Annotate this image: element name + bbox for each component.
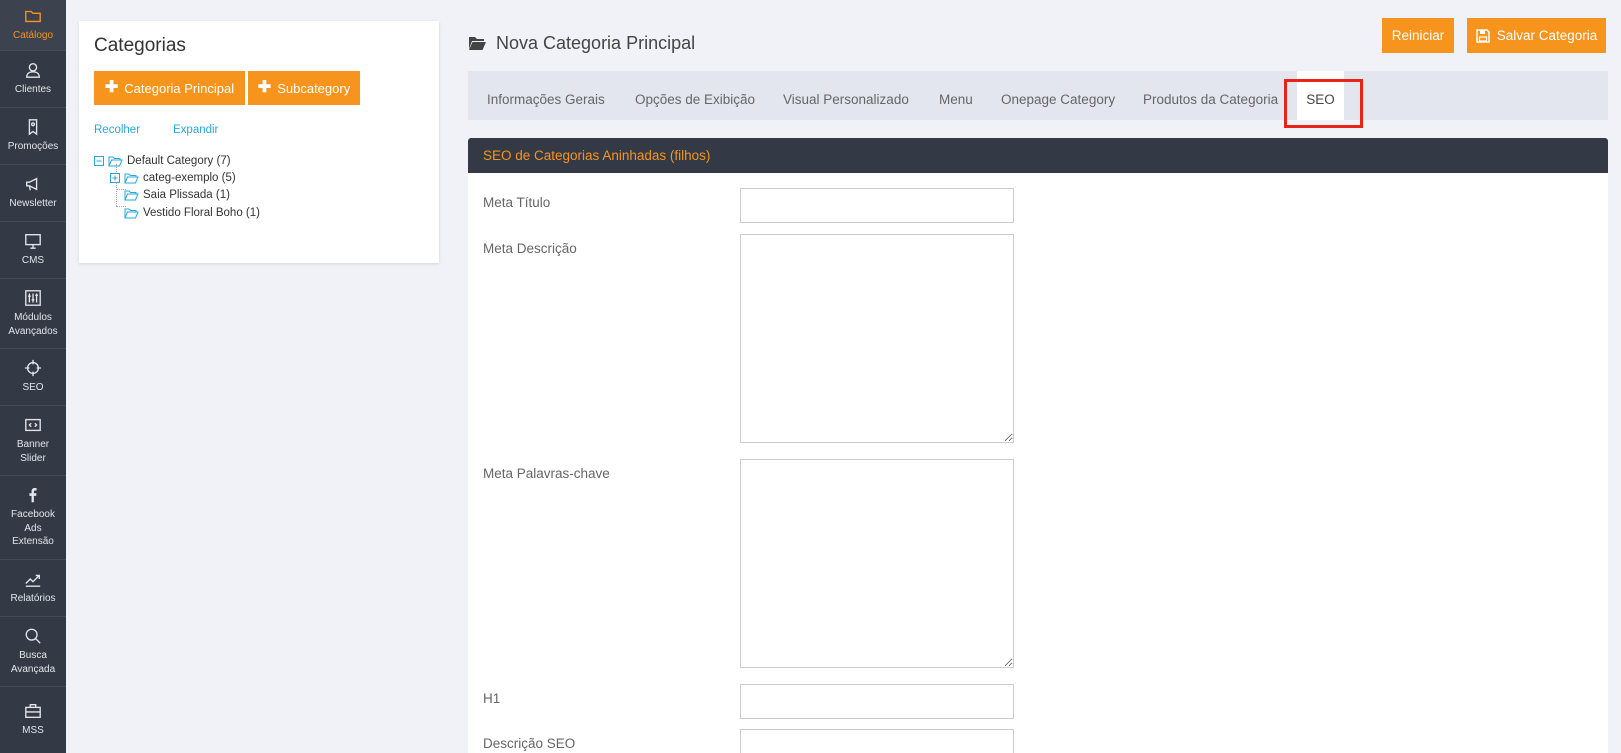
tab-label: Informações Gerais [487,92,605,107]
sidebar-item-label: Newsletter [9,198,57,210]
folder-open-icon [469,37,486,50]
sidebar-item-seo[interactable]: SEO [0,349,66,406]
plus-icon: ✚ [257,79,272,96]
meta-description-textarea[interactable] [740,234,1014,443]
h1-input[interactable] [740,684,1014,719]
folder-open-icon [108,156,123,167]
meta-title-label: Meta Título [483,195,551,210]
tree-node-label: Vestido Floral Boho (1) [143,207,260,219]
seo-description-input[interactable] [740,729,1014,753]
sidebar-item-cms[interactable]: CMS [0,222,66,279]
sidebar-item-label: SEO [22,382,44,394]
folder-icon [25,11,41,23]
tree-node-label: categ-exemplo (5) [143,172,236,184]
floppy-disk-icon [1475,28,1490,43]
sidebar-item-busca-avancada[interactable]: Busca Avançada [0,617,66,687]
sidebar-item-label: Busca Avançada [10,650,56,675]
sliders-icon [25,290,41,306]
sidebar-item-mss[interactable]: MSS [0,687,66,753]
tree-node-label: Saia Plissada (1) [143,189,230,201]
chart-line-icon [25,574,41,588]
tab-opcoes-de-exibicao[interactable]: Opções de Exibição [635,71,755,120]
tab-menu[interactable]: Menu [939,71,973,120]
collapse-node-icon[interactable] [94,156,104,166]
tree-node-label: Default Category (7) [127,155,231,167]
tab-label: SEO [1306,92,1335,107]
tag-icon [28,119,38,136]
categories-panel: Categorias ✚ Categoria Principal ✚ Subca… [79,21,439,263]
sidebar-item-modulos-avancados[interactable]: Módulos Avançados [0,279,66,349]
sidebar-item-banner-slider[interactable]: Banner Slider [0,406,66,476]
tree-node-saia-plissada[interactable]: Saia Plissada (1) [124,186,230,204]
expand-all-link[interactable]: Expandir [173,124,218,136]
tree-node-vestido-floral-boho[interactable]: Vestido Floral Boho (1) [124,204,260,222]
seo-description-label: Descrição SEO [483,736,576,751]
user-icon [26,63,40,79]
sidebar-item-relatorios[interactable]: Relatórios [0,560,66,617]
tab-seo[interactable]: SEO [1297,71,1344,120]
sidebar-item-label: Catálogo [12,30,54,42]
sidebar-item-facebook-ads[interactable]: Facebook Ads Extensão [0,476,66,560]
tab-informacoes-gerais[interactable]: Informações Gerais [487,71,605,120]
search-icon [25,628,41,644]
tab-label: Opções de Exibição [635,92,756,107]
sidebar-item-label: Banner Slider [16,439,50,464]
page-title-text: Nova Categoria Principal [496,33,696,53]
meta-keywords-textarea[interactable] [740,459,1014,668]
save-category-button[interactable]: Salvar Categoria [1467,18,1606,53]
code-icon [25,418,41,432]
page-title: Nova Categoria Principal [468,33,695,54]
reset-button-label: Reiniciar [1391,28,1445,43]
sidebar-item-label: Facebook Ads Extensão [11,509,55,548]
add-subcategory-button[interactable]: ✚ Subcategory [248,71,360,105]
tab-visual-personalizado[interactable]: Visual Personalizado [783,71,909,120]
sidebar-item-catalogo[interactable]: Catálogo [0,0,66,51]
sidebar-item-promocoes[interactable]: Promoções [0,108,66,165]
expand-node-icon[interactable] [110,173,120,183]
folder-open-icon [124,190,139,201]
meta-keywords-label: Meta Palavras-chave [483,466,610,481]
tab-onepage-category[interactable]: Onepage Category [1001,71,1115,120]
tab-label: Menu [939,92,973,107]
sidebar-item-label: MSS [22,725,44,737]
meta-title-input[interactable] [740,188,1014,223]
add-main-category-button[interactable]: ✚ Categoria Principal [94,71,245,105]
tab-produtos-da-categoria[interactable]: Produtos da Categoria [1143,71,1278,120]
crosshair-icon [24,360,42,377]
collapse-all-link[interactable]: Recolher [94,124,140,136]
section-header: SEO de Categorias Aninhadas (filhos) [468,138,1608,173]
sidebar-item-newsletter[interactable]: Newsletter [0,165,66,222]
tabs-bar: Informações Gerais Opções de Exibição Vi… [468,71,1608,120]
sidebar: Catálogo Clientes Promoções Newsletter C… [0,0,66,753]
categories-title: Categorias [94,35,186,56]
sidebar-item-clientes[interactable]: Clientes [0,51,66,108]
sidebar-item-label: Módulos Avançados [8,312,58,337]
tab-label: Onepage Category [1001,92,1116,107]
sidebar-item-label: Clientes [14,84,52,96]
facebook-icon [29,488,37,503]
tab-label: Visual Personalizado [783,92,909,107]
seo-form-panel: SEO de Categorias Aninhadas (filhos) Met… [468,138,1608,753]
sidebar-item-label: CMS [21,255,45,267]
megaphone-icon [26,177,38,191]
section-title: SEO de Categorias Aninhadas (filhos) [483,148,711,163]
plus-icon: ✚ [104,79,119,96]
tab-label: Produtos da Categoria [1143,92,1279,107]
briefcase-icon [25,704,41,719]
meta-description-label: Meta Descrição [483,241,577,256]
sidebar-item-label: Promoções [7,141,59,153]
tree-node-categ-exemplo[interactable]: categ-exemplo (5) [110,169,236,187]
add-main-category-label: Categoria Principal [124,80,235,96]
folder-open-icon [124,208,139,219]
save-category-label: Salvar Categoria [1496,28,1598,43]
monitor-icon [25,234,41,250]
tree-node-default-category[interactable]: Default Category (7) [94,152,231,170]
add-subcategory-label: Subcategory [277,80,351,96]
folder-open-icon [124,173,139,184]
h1-label: H1 [483,691,501,706]
sidebar-item-label: Relatórios [10,593,56,605]
reset-button[interactable]: Reiniciar [1382,18,1454,53]
